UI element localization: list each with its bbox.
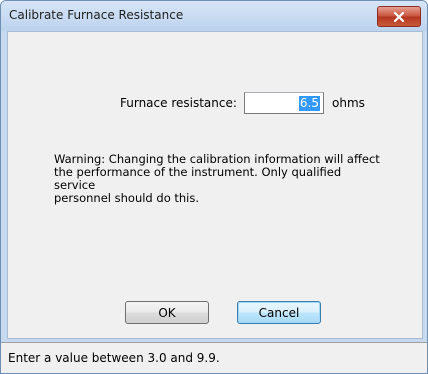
furnace-resistance-input[interactable]: 6.5 [244,92,324,114]
warning-line: personnel should do this. [54,191,200,205]
status-text: Enter a value between 3.0 and 9.9. [8,351,220,365]
dialog-window: Calibrate Furnace Resistance Furnace res… [0,0,428,374]
title-bar[interactable]: Calibrate Furnace Resistance [1,1,427,31]
close-icon [393,11,405,22]
window-title: Calibrate Furnace Resistance [9,8,184,22]
status-bar: Enter a value between 3.0 and 9.9. [1,342,427,373]
furnace-resistance-value[interactable]: 6.5 [298,95,320,111]
unit-label: ohms [332,96,365,110]
warning-text: Warning: Changing the calibration inform… [54,153,384,205]
cancel-button[interactable]: Cancel [237,301,321,324]
furnace-resistance-label: Furnace resistance: [120,96,237,110]
warning-line: the performance of the instrument. Only … [54,165,342,192]
ok-button[interactable]: OK [125,301,209,324]
close-button[interactable] [377,6,421,27]
dialog-content: Furnace resistance: 6.5 ohms Warning: Ch… [7,31,423,339]
